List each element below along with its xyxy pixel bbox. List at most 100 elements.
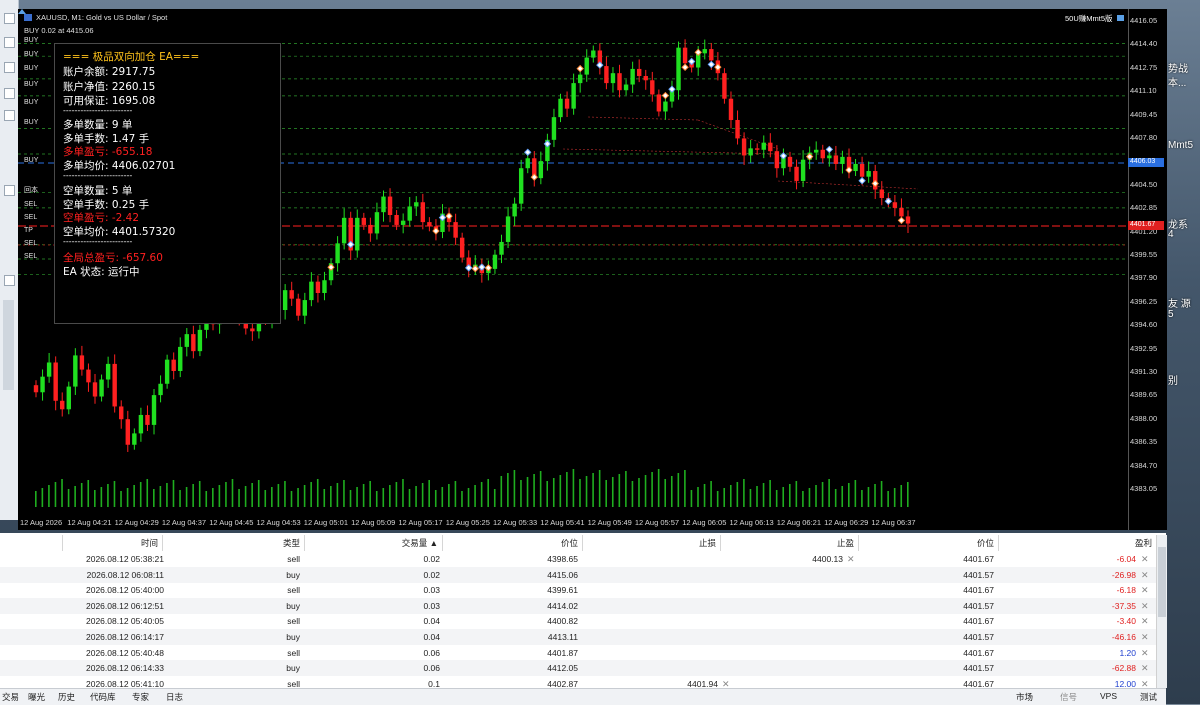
time-tick: 12 Aug 05:41 (540, 518, 585, 527)
time-tick: 12 Aug 04:29 (114, 518, 159, 527)
cell-price: 4412.05 (547, 663, 578, 674)
toolbar-icon[interactable] (4, 275, 15, 286)
tester-button[interactable]: 测试 (1140, 691, 1157, 703)
column-header[interactable]: 止损 (582, 535, 720, 551)
volume-bar (657, 469, 660, 507)
scrollbar[interactable] (3, 300, 14, 390)
candle-body (132, 433, 137, 445)
table-row[interactable]: 2026.08.12 06:14:33 buy 0.06 4412.05 4401.57… (0, 660, 1156, 677)
scrollbar-thumb[interactable] (1158, 547, 1166, 617)
desktop-text: 友 源 (1168, 299, 1191, 310)
table-row[interactable]: 2026.08.12 05:40:00 sell 0.03 4399.61 4401.6… (0, 582, 1156, 598)
volume-bar (520, 480, 522, 507)
close-position-icon[interactable]: ✕ (1141, 660, 1149, 676)
column-header[interactable]: 价位 (858, 535, 998, 551)
column-header[interactable]: 盈利 (998, 535, 1156, 551)
column-header[interactable]: 止盈 (720, 535, 858, 551)
order-marker (661, 91, 670, 100)
table-row[interactable]: 2026.08.12 05:40:05 sell 0.04 4400.82 4401.6… (0, 613, 1156, 629)
candle-body (105, 363, 111, 380)
close-position-icon[interactable]: ✕ (1141, 567, 1149, 583)
volume-bar (48, 485, 50, 507)
volume-bar (461, 491, 463, 507)
ea-info-panel: === 极品双向加仓 EA=== 账户余额: 2917.75 账户净值: 226… (54, 43, 281, 324)
volume-bar (172, 480, 175, 507)
toolbar-icon[interactable] (4, 37, 15, 48)
tab-partial[interactable]: 交易 (2, 691, 19, 703)
short-pl: 空单盈亏: -2.42 (63, 212, 140, 224)
cell-type: sell (287, 554, 300, 564)
order-info: BUY 0.02 at 4415.06 (24, 26, 94, 35)
volume-bar (290, 491, 293, 507)
vps-button[interactable]: VPS (1100, 691, 1117, 701)
volume-bar (900, 485, 903, 507)
toolbar-icon[interactable] (4, 110, 15, 121)
table-row[interactable]: 2026.08.12 06:12:51 buy 0.03 4414.02 4401.57… (0, 597, 1156, 614)
candle-body (879, 189, 884, 198)
scroll-up-arrow-icon[interactable] (18, 9, 26, 14)
candle-body (636, 68, 642, 77)
volume-bar (264, 490, 267, 507)
volume-bar (257, 480, 260, 507)
toolbar-icon[interactable] (4, 185, 15, 196)
candle-body (551, 117, 557, 140)
volume-bar (382, 488, 385, 507)
order-link-line (587, 116, 699, 121)
volume-bar (677, 473, 680, 507)
table-row[interactable]: 2026.08.12 06:14:17 buy 0.04 4413.11 4401.57… (0, 629, 1156, 645)
volume-bar (559, 475, 562, 507)
market-button[interactable]: 市场 (1016, 691, 1033, 703)
volume-bar (349, 490, 352, 507)
tab-experts[interactable]: 专家 (132, 691, 149, 703)
candle-body (394, 215, 399, 225)
volume-bar (756, 486, 758, 507)
volume-bar (316, 479, 319, 507)
candle-body (282, 290, 288, 311)
candle-body (400, 220, 406, 225)
volume-bar (723, 488, 726, 507)
price-chart[interactable]: 4416.05 4414.40 4412.75 4411.10 4409.45 4407.… (18, 9, 1167, 530)
signals-button[interactable]: 信号 (1060, 691, 1077, 703)
column-header[interactable]: 交易量 ▲ (304, 535, 442, 551)
tab-history[interactable]: 历史 (58, 691, 75, 703)
remove-tp-icon[interactable]: ✕ (847, 551, 855, 567)
order-level-label: BUY (24, 157, 39, 164)
volume-bar (788, 484, 791, 507)
volume-bar (330, 486, 332, 507)
volume-bar (828, 479, 830, 507)
table-row[interactable]: 2026.08.12 05:40:48 sell 0.06 4401.87 4401.6… (0, 645, 1156, 661)
column-header[interactable]: 类型 (162, 535, 304, 551)
price-tick: 4392.95 (1130, 343, 1158, 353)
volume-bar (644, 475, 647, 507)
tab-codebase[interactable]: 代码库 (90, 691, 116, 703)
close-position-icon[interactable]: ✕ (1141, 613, 1149, 629)
candle-body (387, 196, 393, 215)
close-position-icon[interactable]: ✕ (1141, 551, 1149, 567)
chart-title-text: XAUUSD, M1: Gold vs US Dollar / Spot (36, 13, 168, 22)
toolbar-icon[interactable] (4, 88, 15, 99)
chart-icon (24, 14, 32, 21)
table-row[interactable]: 2026.08.12 06:08:11 buy 0.02 4415.06 4401.57… (0, 566, 1156, 583)
candle-body (518, 168, 524, 204)
long-count: 多单数量: 9 单 (63, 119, 133, 131)
volume-bar (113, 481, 116, 507)
cell-time: 2026.08.12 05:40:48 (86, 647, 164, 658)
close-position-icon[interactable]: ✕ (1141, 629, 1149, 645)
cell-time: 2026.08.12 06:12:51 (86, 600, 164, 611)
close-position-icon[interactable]: ✕ (1141, 598, 1149, 614)
cell-volume: 0.04 (423, 632, 440, 642)
candle-body (761, 142, 766, 150)
toolbar-icon[interactable] (4, 62, 15, 73)
table-row[interactable]: 2026.08.12 05:38:21 sell 0.02 4398.65 4400.1… (0, 551, 1156, 567)
tab-journal[interactable]: 日志 (166, 691, 183, 703)
column-header[interactable]: 价位 (442, 535, 582, 551)
table-scrollbar[interactable] (1156, 535, 1167, 688)
candle-body (99, 379, 104, 397)
tab-exposure[interactable]: 曝光 (28, 691, 45, 703)
toolbar-icon[interactable] (4, 13, 15, 24)
volume-bar (395, 482, 398, 507)
close-position-icon[interactable]: ✕ (1141, 645, 1149, 661)
column-header[interactable]: 时间 (62, 535, 162, 551)
close-position-icon[interactable]: ✕ (1141, 582, 1149, 598)
ask-price-label: 4401.67 (1128, 221, 1164, 230)
